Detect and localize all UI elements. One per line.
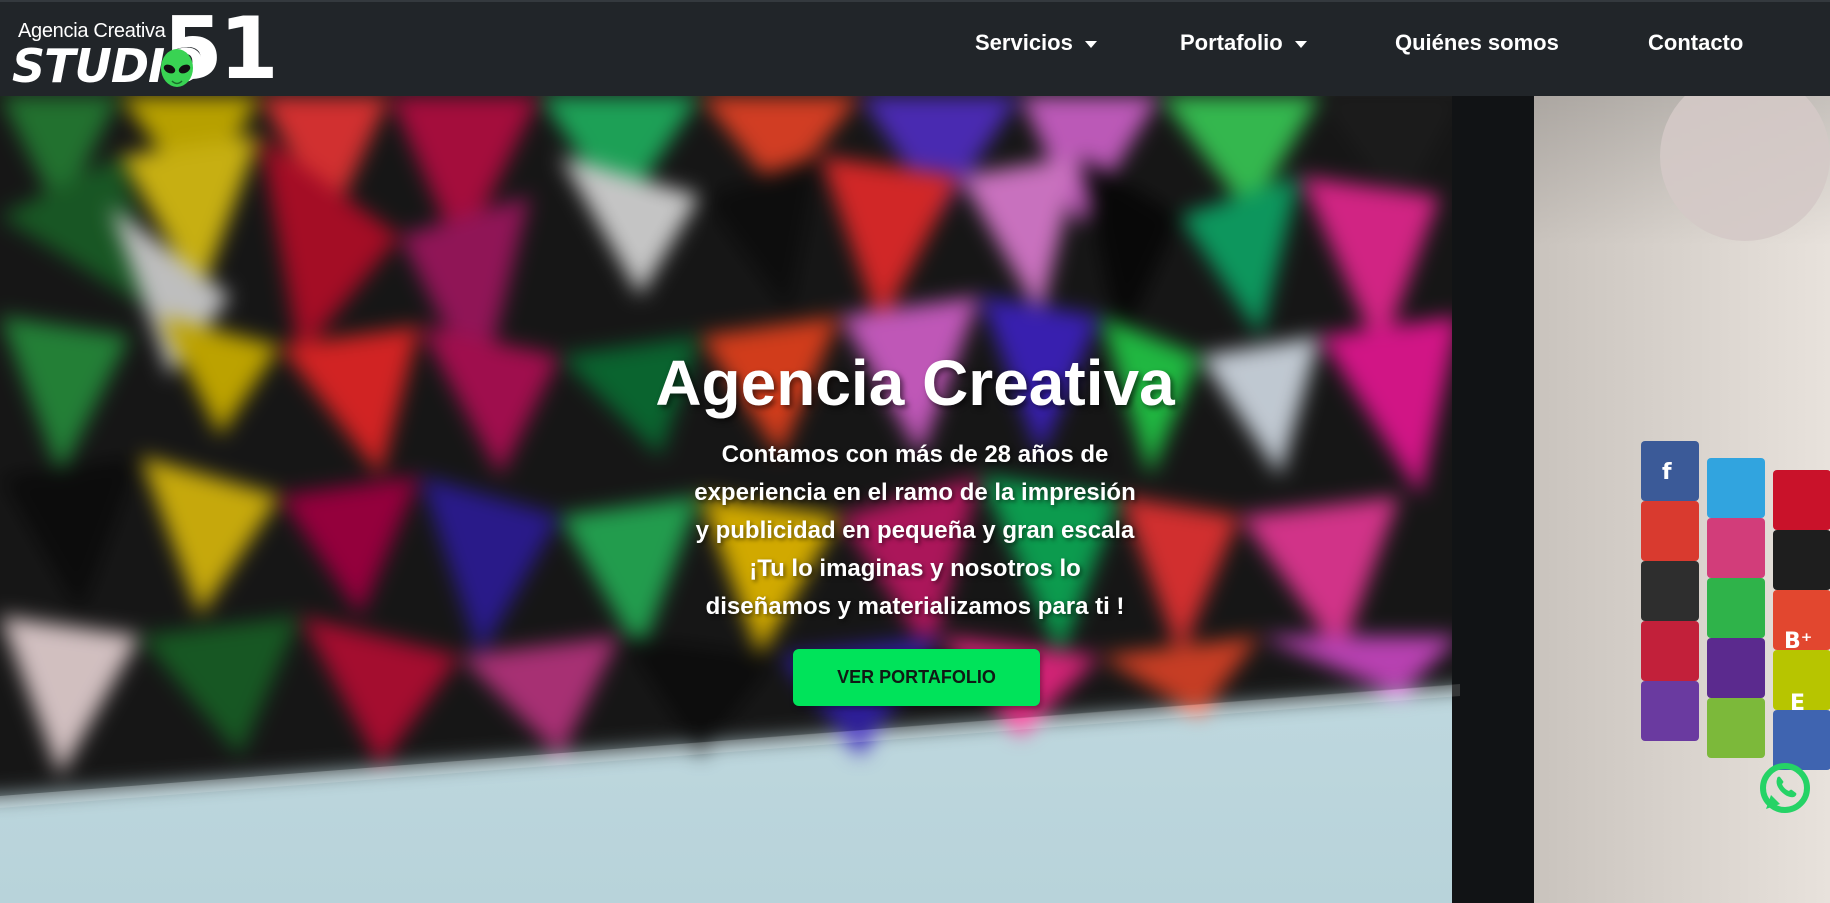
alien-head-icon bbox=[161, 49, 193, 87]
nav-contacto-label: Contacto bbox=[1648, 30, 1744, 55]
nav-portafolio-label: Portafolio bbox=[1180, 30, 1283, 55]
nav-contacto[interactable]: Contacto bbox=[1648, 30, 1743, 56]
nav-servicios-label: Servicios bbox=[975, 30, 1073, 55]
caret-down-icon bbox=[1084, 40, 1097, 48]
hero-line: Contamos con más de 28 años de bbox=[721, 441, 1109, 468]
hero-line: experiencia en el ramo de la impresión bbox=[694, 479, 1136, 506]
hero-line: diseñamos y materializamos para ti ! bbox=[705, 593, 1125, 620]
nav-servicios[interactable]: Servicios bbox=[975, 30, 1097, 56]
nav-quienes-somos[interactable]: Quiénes somos bbox=[1395, 30, 1559, 56]
caret-down-icon bbox=[1294, 40, 1307, 48]
hero-description: Contamos con más de 28 años de experienc… bbox=[640, 436, 1190, 626]
hero-content: Agencia Creativa Contamos con más de 28 … bbox=[0, 96, 1830, 903]
view-portfolio-button[interactable]: VER PORTAFOLIO bbox=[793, 649, 1040, 706]
navbar: Agencia Creativa STUDIO 51 Servicios Por… bbox=[0, 0, 1830, 96]
brand-logo[interactable]: Agencia Creativa STUDIO 51 bbox=[10, 4, 279, 94]
nav-portafolio[interactable]: Portafolio bbox=[1180, 30, 1307, 56]
hero-line: y publicidad en pequeña y gran escala bbox=[695, 517, 1135, 544]
hero-line: ¡Tu lo imaginas y nosotros lo bbox=[749, 555, 1081, 582]
whatsapp-icon[interactable] bbox=[1756, 759, 1814, 817]
nav-quienes-somos-label: Quiénes somos bbox=[1395, 30, 1559, 55]
hero-title: Agencia Creativa bbox=[655, 347, 1175, 419]
hero-section: f B⁺ E Agencia Creativa Contamos con más… bbox=[0, 96, 1830, 903]
